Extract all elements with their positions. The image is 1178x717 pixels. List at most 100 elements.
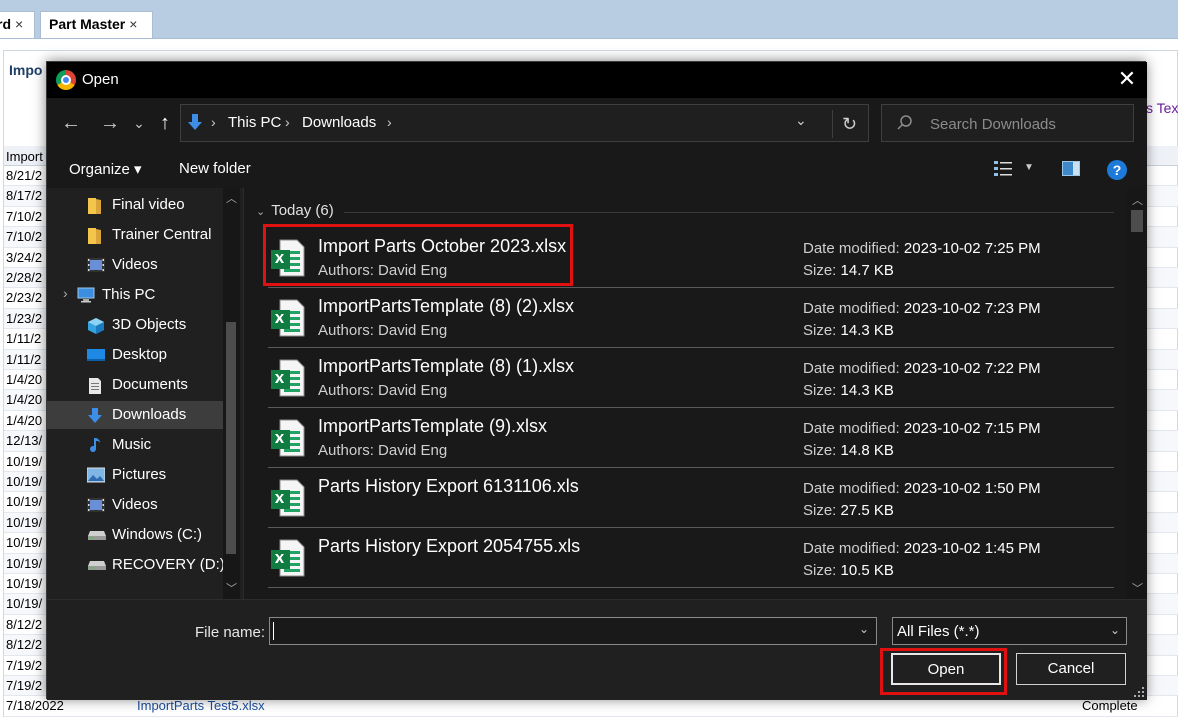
computer-icon (77, 287, 95, 303)
file-date-modified: Date modified: 2023-10-02 7:25 PM (803, 240, 1041, 257)
navigation-row: ← → ⌄ ↑ › This PC › Downloads › ⌄ ↻ (47, 98, 1147, 150)
recent-locations-chevron-icon[interactable]: ⌄ (127, 112, 151, 136)
navigation-pane-scrollbar[interactable]: ︿ ﹀ (223, 188, 240, 599)
sidebar-item-recovery-d[interactable]: RECOVERY (D:) (47, 551, 227, 579)
file-name-input[interactable] (269, 617, 877, 645)
view-options-dropdown-icon[interactable]: ▼ (1024, 162, 1034, 173)
row-date: 8/12/2 (6, 616, 43, 632)
sidebar-item-pictures[interactable]: Pictures (47, 461, 227, 489)
resize-grip-icon[interactable] (1133, 686, 1145, 698)
sidebar-item-label: This PC (102, 286, 156, 303)
file-row[interactable]: ImportPartsTemplate (8) (2).xlsx Authors:… (268, 288, 1114, 348)
file-size: Size: 14.3 KB (803, 322, 894, 339)
file-size: Size: 27.5 KB (803, 502, 894, 519)
close-icon[interactable]: × (129, 16, 137, 32)
app-tab-part-master[interactable]: Part Master × (40, 11, 153, 38)
organize-menu-button[interactable]: Organize ▾ (69, 160, 142, 178)
scroll-down-icon[interactable]: ﹀ (226, 580, 237, 596)
chevron-right-icon[interactable]: › (387, 114, 392, 130)
sidebar-item-label: Pictures (112, 466, 167, 483)
row-file-link[interactable]: ImportParts Test5.xlsx (137, 698, 265, 713)
sidebar-item-label: Final video (112, 196, 185, 213)
sidebar-item-label: Music (112, 436, 152, 453)
back-arrow-icon[interactable]: ← (59, 112, 83, 136)
excel-icon (270, 538, 306, 581)
annotation-highlight-open (880, 648, 1007, 695)
sidebar-item-documents[interactable]: Documents (47, 371, 227, 399)
file-row[interactable]: Parts History Export 6131106.xls Date mod… (268, 468, 1114, 528)
row-date: 1/4/20 (6, 372, 43, 387)
file-row[interactable]: ImportPartsTemplate (8) (1).xlsx Authors:… (268, 348, 1114, 408)
breadcrumb-downloads[interactable]: Downloads (302, 114, 376, 131)
row-date: 8/17/2 (6, 188, 43, 204)
sidebar-item-3d-objects[interactable]: 3D Objects (47, 311, 227, 339)
grid-header-import[interactable]: Import (6, 149, 43, 164)
file-size: Size: 10.5 KB (803, 562, 894, 579)
app-tab-dashboard[interactable]: rd× (0, 11, 35, 38)
close-icon[interactable]: ✕ (1115, 66, 1139, 92)
close-icon[interactable]: × (15, 16, 23, 32)
row-date: 1/4/20 (6, 392, 43, 408)
text-caret (273, 622, 274, 640)
sidebar-item-downloads[interactable]: Downloads (47, 401, 227, 429)
chevron-right-icon[interactable]: › (63, 285, 68, 301)
app-tab-label: rd (0, 16, 11, 32)
search-box[interactable] (881, 104, 1134, 142)
excel-icon (270, 478, 306, 521)
row-date: 10/19/ (6, 453, 43, 469)
search-input[interactable] (930, 114, 1125, 134)
size-label: Size: (803, 382, 837, 399)
file-type-select[interactable]: All Files (*.*) ⌄ (892, 617, 1127, 645)
view-details-icon[interactable] (994, 160, 1012, 181)
scroll-up-icon[interactable]: ︿ (1132, 192, 1143, 208)
new-folder-button[interactable]: New folder (179, 160, 251, 177)
forward-arrow-icon[interactable]: → (98, 112, 122, 136)
sidebar-item-videos[interactable]: Videos (47, 251, 227, 279)
scrollbar-thumb[interactable] (226, 322, 236, 554)
up-arrow-icon[interactable]: ↑ (153, 112, 177, 136)
preview-pane-icon[interactable] (1062, 161, 1080, 176)
sidebar-item-windows-c[interactable]: Windows (C:) (47, 521, 227, 549)
folder-icon (87, 227, 103, 244)
row-date: 10/19/ (6, 474, 43, 489)
group-header-today[interactable]: ⌄ Today (6) (256, 202, 334, 219)
file-list-scrollbar[interactable]: ︿ ﹀ (1127, 188, 1147, 599)
sidebar-item-music[interactable]: Music (47, 431, 227, 459)
scroll-up-icon[interactable]: ︿ (226, 190, 237, 206)
row-date: 7/10/2 (6, 229, 43, 245)
scrollbar-thumb[interactable] (1131, 210, 1143, 232)
breadcrumb-this-pc[interactable]: This PC (228, 114, 281, 131)
sidebar-item-this-pc[interactable]: This PC (47, 281, 227, 309)
help-icon[interactable]: ? (1107, 160, 1127, 180)
file-size: Size: 14.8 KB (803, 442, 894, 459)
row-date: 12/13/ (6, 433, 43, 449)
file-row[interactable]: Parts History Export 2054755.xls Date mod… (268, 528, 1114, 588)
file-authors: Authors: David Eng (318, 382, 448, 399)
file-authors: Authors: David Eng (318, 322, 448, 339)
row-date: 7/19/2 (6, 657, 43, 673)
app-tab-bar: rd× Part Master× (0, 0, 1178, 38)
address-dropdown-icon[interactable]: ⌄ (795, 112, 807, 129)
address-bar[interactable]: › This PC › Downloads › ⌄ ↻ (180, 104, 869, 142)
open-file-dialog: Open ✕ ← → ⌄ ↑ › This PC › Downloads › ⌄… (46, 61, 1147, 700)
right-link[interactable]: s Tex (1146, 100, 1178, 116)
sidebar-item-videos[interactable]: Videos (47, 491, 227, 519)
cancel-button[interactable]: Cancel (1016, 653, 1126, 685)
date-modified-value: 2023-10-02 7:15 PM (903, 420, 1041, 437)
sidebar-item-desktop[interactable]: Desktop (47, 341, 227, 369)
size-label: Size: (803, 262, 837, 279)
file-date-modified: Date modified: 2023-10-02 7:15 PM (803, 420, 1041, 437)
file-name: ImportPartsTemplate (8) (2).xlsx (318, 296, 575, 316)
sidebar-item-label: Documents (112, 376, 188, 393)
sidebar-item-label: Desktop (112, 346, 168, 363)
excel-icon (270, 358, 306, 401)
import-heading: Impo (9, 62, 43, 78)
file-row[interactable]: ImportPartsTemplate (9).xlsx Authors: Dav… (268, 408, 1114, 468)
file-size: Size: 14.7 KB (803, 262, 894, 279)
sidebar-item-final-video[interactable]: Final video (47, 191, 227, 219)
file-name-dropdown-icon[interactable]: ⌄ (859, 622, 869, 636)
sidebar-item-trainer-central[interactable]: Trainer Central (47, 221, 227, 249)
refresh-icon[interactable]: ↻ (832, 110, 866, 138)
size-value: 14.3 KB (840, 322, 894, 339)
scroll-down-icon[interactable]: ﹀ (1132, 580, 1143, 596)
